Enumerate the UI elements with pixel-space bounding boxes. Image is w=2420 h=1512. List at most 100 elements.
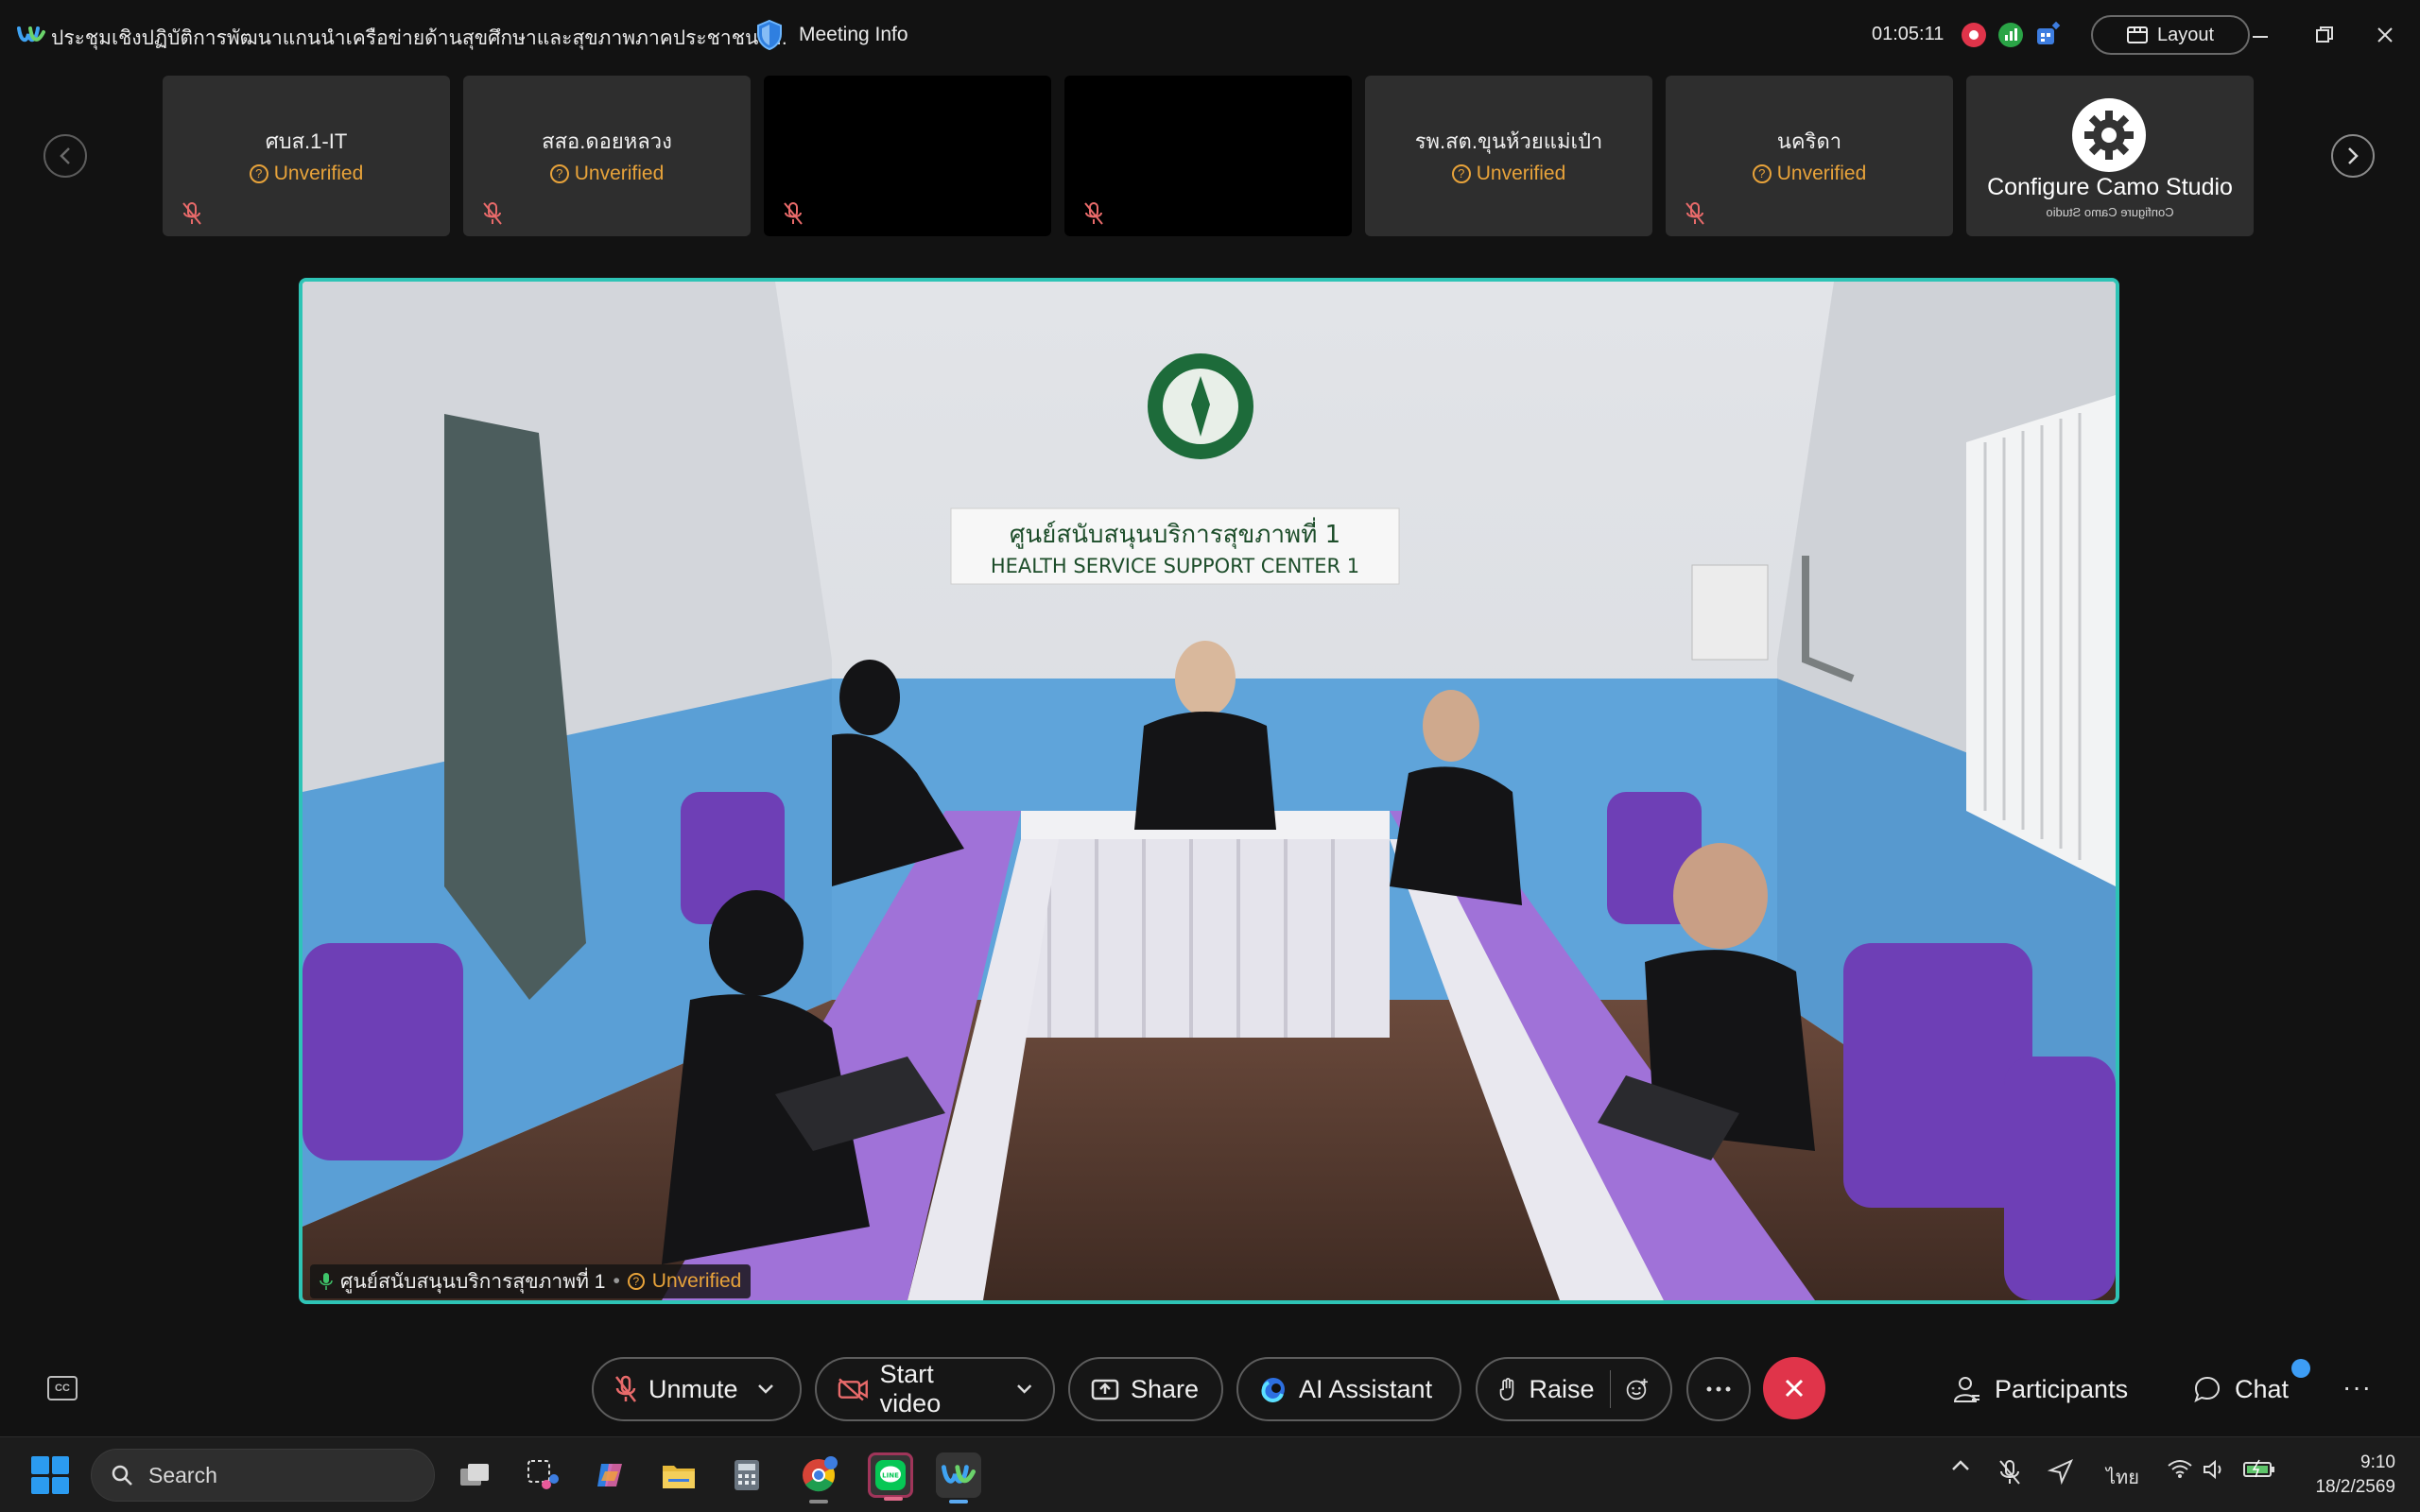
- chat-icon: [2194, 1376, 2221, 1402]
- video-off-icon: [838, 1378, 868, 1401]
- raise-hand-button[interactable]: Raise: [1476, 1357, 1672, 1421]
- participant-name: นคริดา: [1776, 129, 1842, 153]
- hand-icon: [1499, 1378, 1514, 1400]
- windows-start-icon[interactable]: [31, 1456, 69, 1494]
- apps-icon[interactable]: [2034, 21, 2061, 47]
- verification-status: ? Unverified: [163, 163, 450, 185]
- shield-icon[interactable]: [756, 19, 783, 51]
- recording-icon[interactable]: [1962, 23, 1986, 47]
- layout-label: Layout: [2156, 24, 2215, 45]
- clock-date: 18/2/2569: [2315, 1477, 2395, 1497]
- share-icon: [1091, 1379, 1119, 1400]
- location-icon[interactable]: [2048, 1458, 2074, 1485]
- participant-tile[interactable]: รพ.สต.ขุนห้วยแม่เป๋า ? Unverified: [1365, 76, 1652, 236]
- next-page-button[interactable]: [2331, 134, 2375, 178]
- leave-meeting-button[interactable]: [1763, 1357, 1825, 1419]
- more-options-button[interactable]: [1686, 1357, 1751, 1421]
- battery-charging-icon[interactable]: [2242, 1458, 2276, 1479]
- taskbar-clock[interactable]: 9:10 18/2/2569: [2291, 1451, 2395, 1500]
- participant-tile[interactable]: นคริดา ? Unverified: [1666, 76, 1953, 236]
- close-icon: [1785, 1379, 1804, 1398]
- chevron-down-icon[interactable]: [757, 1383, 774, 1395]
- chevron-left-icon: [60, 147, 70, 164]
- ai-assistant-label: AI Assistant: [1299, 1374, 1433, 1403]
- input-language[interactable]: ไทย: [2106, 1462, 2139, 1492]
- participant-tile[interactable]: ศบส.1-IT ? Unverified: [163, 76, 450, 236]
- line-app-icon[interactable]: LINE: [868, 1452, 913, 1501]
- minimize-button[interactable]: [2246, 21, 2274, 49]
- chrome-icon[interactable]: [796, 1452, 841, 1503]
- start-video-label: Start video: [879, 1360, 942, 1418]
- unmute-button[interactable]: Unmute: [592, 1357, 802, 1421]
- network-stats-icon[interactable]: [1998, 23, 2023, 47]
- calculator-icon[interactable]: [724, 1452, 769, 1498]
- more-menu-button[interactable]: ···: [2342, 1372, 2372, 1402]
- chat-button[interactable]: Chat: [2193, 1366, 2289, 1412]
- title-bar: ประชุมเชิงปฏิบัติการพัฒนาแกนนำเครือข่ายด…: [0, 0, 2420, 72]
- layout-icon: [2126, 26, 2148, 43]
- camo-studio-tile[interactable]: Configure Camo Studio Configure Camo Stu…: [1966, 76, 2254, 236]
- meeting-title: ประชุมเชิงปฏิบัติการพัฒนาแกนนำเครือข่ายด…: [51, 27, 787, 49]
- share-button[interactable]: Share: [1068, 1357, 1223, 1421]
- chevron-down-icon[interactable]: [1016, 1383, 1032, 1395]
- chat-notification-badge: [2291, 1359, 2310, 1378]
- volume-icon[interactable]: [2203, 1458, 2227, 1481]
- chevron-up-icon[interactable]: [1951, 1458, 1970, 1471]
- participants-label: Participants: [1995, 1374, 2129, 1403]
- participant-name: ศบส.1-IT: [265, 129, 348, 153]
- muted-mic-icon: [483, 202, 502, 225]
- muted-mic-icon: [784, 202, 803, 225]
- chat-label: Chat: [2235, 1374, 2290, 1403]
- snipping-tool-icon[interactable]: [520, 1452, 565, 1498]
- muted-mic-icon: [615, 1375, 636, 1402]
- taskbar-search[interactable]: Search: [91, 1449, 435, 1502]
- closed-captions-button[interactable]: CC: [47, 1376, 78, 1400]
- meeting-info-link[interactable]: Meeting Info: [799, 24, 908, 46]
- task-view-icon[interactable]: [452, 1452, 497, 1498]
- meeting-timer: 01:05:11: [1872, 24, 1945, 44]
- start-video-button[interactable]: Start video: [815, 1357, 1055, 1421]
- participants-button[interactable]: Participants: [1953, 1366, 2128, 1412]
- reactions-icon[interactable]: [1625, 1375, 1650, 1403]
- file-explorer-icon[interactable]: [656, 1452, 701, 1498]
- separator-dot: •: [613, 1270, 620, 1292]
- speaker-name: ศูนย์สนับสนุนบริการสุขภาพที่ 1: [340, 1270, 606, 1293]
- active-speaker-video[interactable]: ศูนย์สนับสนุนบริการสุขภาพที่ 1 HEALTH SE…: [299, 278, 2119, 1304]
- participant-video-tile[interactable]: [764, 76, 1051, 236]
- copilot-icon[interactable]: [588, 1452, 633, 1498]
- more-horizontal-icon: [1706, 1386, 1731, 1392]
- muted-mic-icon: [1685, 202, 1704, 225]
- meeting-room-scene: ศูนย์สนับสนุนบริการสุขภาพที่ 1 HEALTH SE…: [302, 282, 2116, 1300]
- previous-page-button[interactable]: [43, 134, 87, 178]
- close-button[interactable]: [2371, 21, 2399, 49]
- wifi-icon[interactable]: [2167, 1458, 2193, 1479]
- question-icon: ?: [549, 164, 569, 183]
- layout-button[interactable]: Layout: [2091, 15, 2250, 55]
- camo-title: Configure Camo Studio: [1987, 174, 2233, 200]
- windows-taskbar: Search LINE ไทย 9:10 18/2/2569: [0, 1436, 2420, 1512]
- share-label: Share: [1131, 1374, 1200, 1403]
- muted-mic-icon: [1084, 202, 1103, 225]
- ai-assistant-icon: [1261, 1378, 1285, 1402]
- speaker-status: Unverified: [651, 1270, 742, 1292]
- participant-tile[interactable]: สสอ.ดอยหลวง ? Unverified: [463, 76, 751, 236]
- search-label: Search: [148, 1462, 217, 1487]
- question-icon: ?: [1451, 164, 1471, 183]
- close-icon: [2377, 27, 2393, 43]
- verification-status: ? Unverified: [1666, 163, 1953, 185]
- participant-video-tile[interactable]: [1064, 76, 1352, 236]
- minimize-icon: [2253, 36, 2268, 38]
- restore-icon: [2316, 26, 2333, 43]
- chevron-right-icon: [2348, 147, 2359, 164]
- ai-assistant-button[interactable]: AI Assistant: [1236, 1357, 1461, 1421]
- microphone-muted-icon[interactable]: [1998, 1458, 2021, 1486]
- webex-logo-icon: [17, 26, 45, 43]
- question-icon: ?: [249, 164, 268, 183]
- unmute-label: Unmute: [648, 1374, 738, 1403]
- webex-app-icon[interactable]: [936, 1452, 981, 1503]
- search-icon: [112, 1465, 132, 1486]
- muted-mic-icon: [182, 202, 201, 225]
- question-icon: ?: [1752, 164, 1772, 183]
- clock-time: 9:10: [2360, 1452, 2395, 1472]
- restore-button[interactable]: [2310, 21, 2339, 49]
